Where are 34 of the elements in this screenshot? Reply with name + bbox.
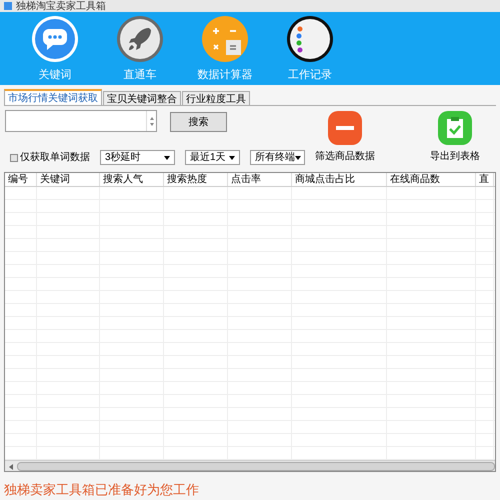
caret-icon — [229, 156, 235, 160]
column-header[interactable]: 关键词 — [37, 173, 100, 186]
tab[interactable]: 行业粒度工具 — [182, 91, 250, 105]
tab[interactable]: 宝贝关键词整合 — [103, 91, 181, 105]
horizontal-scrollbar[interactable] — [5, 460, 495, 471]
spinner-icon — [146, 111, 156, 131]
tab[interactable]: 市场行情关键词获取 — [4, 89, 102, 105]
action-label[interactable]: 导出到表格 — [430, 149, 480, 164]
search-button[interactable]: 搜索 — [170, 112, 227, 132]
left-arrow-icon[interactable] — [9, 464, 13, 470]
rocket-icon[interactable] — [116, 15, 164, 63]
window-title: 独梯淘宝卖家工具箱 — [16, 0, 106, 12]
column-header[interactable]: 搜索热度 — [164, 173, 228, 186]
status-message: 独梯卖家工具箱已准备好为您工作 — [4, 482, 200, 497]
keyword-input[interactable] — [5, 110, 157, 132]
dropdown[interactable]: 3秒延时 — [100, 150, 175, 165]
column-header[interactable]: 搜索人气 — [100, 173, 164, 186]
column-header[interactable]: 点击率 — [228, 173, 292, 186]
minus-icon[interactable] — [328, 111, 362, 145]
calculator-icon[interactable] — [201, 15, 249, 63]
column-header[interactable]: 编号 — [5, 173, 37, 186]
column-header[interactable]: 在线商品数 — [387, 173, 476, 186]
caret-icon — [295, 156, 301, 160]
dropdown[interactable]: 最近1天 — [185, 150, 240, 165]
column-header[interactable]: 直 — [476, 173, 494, 186]
colored-list-icon[interactable] — [286, 15, 334, 63]
app-icon — [4, 2, 12, 10]
action-label[interactable]: 筛选商品数据 — [315, 149, 375, 164]
chat-bubble-icon[interactable] — [31, 15, 79, 63]
single-word-checkbox[interactable]: 仅获取单词数据 — [10, 150, 90, 165]
column-header[interactable]: 商城点击占比 — [292, 173, 387, 186]
dropdown[interactable]: 所有终端 — [250, 150, 305, 165]
caret-icon — [164, 156, 170, 160]
clipboard-check-icon[interactable] — [438, 111, 472, 145]
